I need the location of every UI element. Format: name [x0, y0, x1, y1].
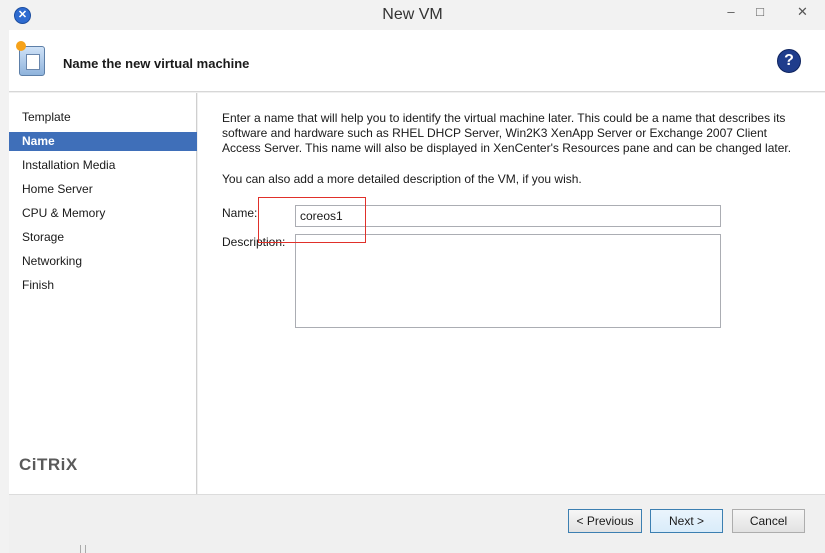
close-icon[interactable]: ✕	[780, 4, 825, 20]
wizard-steps-sidebar: Template Name Installation Media Home Se…	[9, 93, 197, 494]
maximize-icon[interactable]: □	[750, 4, 770, 20]
citrix-logo: CiTRiX	[19, 455, 78, 474]
minimize-icon[interactable]: –	[721, 4, 741, 20]
description-label: Description:	[222, 235, 286, 249]
sidebar-item-storage[interactable]: Storage	[9, 228, 197, 247]
previous-button[interactable]: < Previous	[568, 509, 642, 533]
title-bar: ✕ New VM – □ ✕	[0, 0, 825, 30]
vm-description-input[interactable]	[295, 234, 721, 328]
sidebar-item-installation-media[interactable]: Installation Media	[9, 156, 197, 175]
vm-name-input[interactable]	[295, 205, 721, 227]
page-title: Name the new virtual machine	[63, 56, 250, 71]
background-window-edge	[0, 30, 9, 553]
name-label: Name:	[222, 206, 258, 220]
sidebar-item-home-server[interactable]: Home Server	[9, 180, 197, 199]
description-hint-text: You can also add a more detailed descrip…	[222, 172, 582, 186]
sidebar-item-networking[interactable]: Networking	[9, 252, 197, 271]
new-vm-wizard-icon	[16, 41, 45, 76]
wizard-header: Name the new virtual machine ?	[9, 30, 825, 92]
sidebar-item-name[interactable]: Name	[9, 132, 197, 151]
window-title: New VM	[382, 6, 443, 23]
cancel-button[interactable]: Cancel	[732, 509, 805, 533]
main-panel: Enter a name that will help you to ident…	[198, 93, 825, 494]
sidebar-item-cpu-memory[interactable]: CPU & Memory	[9, 204, 197, 223]
next-button[interactable]: Next >	[650, 509, 723, 533]
wizard-footer: < Previous Next > Cancel	[9, 494, 825, 553]
intro-text: Enter a name that will help you to ident…	[222, 111, 792, 155]
sidebar-item-template[interactable]: Template	[9, 108, 197, 127]
background-window-fragment	[80, 545, 86, 553]
sidebar-item-finish[interactable]: Finish	[9, 276, 197, 295]
help-icon[interactable]: ?	[777, 49, 801, 73]
